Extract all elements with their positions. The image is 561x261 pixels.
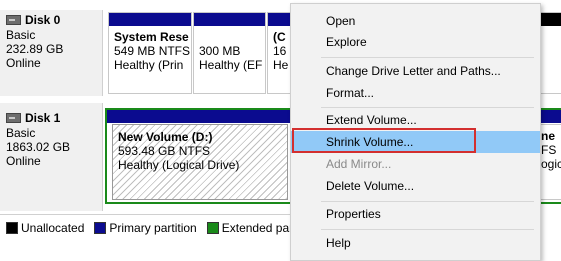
legend-swatch-unallocated <box>6 222 18 234</box>
volume-header-bar <box>541 13 561 26</box>
menu-separator <box>321 229 534 230</box>
disk-1-size: 1863.02 GB <box>6 140 71 154</box>
disk-1-type: Basic <box>6 126 36 140</box>
disk-0-label[interactable]: Disk 0 Basic 232.89 GB Online <box>0 10 103 96</box>
volume-size: 593.48 GB NTFS <box>118 144 211 158</box>
volume-size: 300 MB <box>199 44 241 58</box>
volume-right-logical[interactable]: ne FS ogic <box>540 124 561 200</box>
volume-size: FS <box>541 143 557 157</box>
legend-extended: Extended part <box>206 221 297 235</box>
menu-item-help[interactable]: Help <box>291 232 540 254</box>
shrink-volume-callout <box>292 128 476 153</box>
legend-unallocated: Unallocated <box>6 221 84 235</box>
disk-icon <box>6 113 21 123</box>
legend-swatch-primary <box>94 222 107 234</box>
legend-label: Primary partition <box>109 221 197 235</box>
legend-bar: Unallocated Primary partition Extended p… <box>0 214 298 241</box>
menu-separator <box>321 57 534 58</box>
volume-status: Healthy (Logical Drive) <box>118 158 240 172</box>
volume-system-reserved[interactable]: System Rese 549 MB NTFS Healthy (Prin <box>108 12 192 94</box>
volume-header-bar <box>109 13 191 26</box>
volume-title: System Rese <box>114 30 189 44</box>
disk-1-status: Online <box>6 154 41 168</box>
volume-right-edge[interactable] <box>540 12 561 94</box>
disk-0-status: Online <box>6 56 41 70</box>
volume-status: Healthy (EF <box>199 58 263 72</box>
volume-efi[interactable]: 300 MB Healthy (EF <box>193 12 266 94</box>
menu-item-delete-volume[interactable]: Delete Volume... <box>291 175 540 197</box>
menu-separator <box>321 107 534 108</box>
volume-title: New Volume (D:) <box>118 130 213 144</box>
disk-0-type: Basic <box>6 28 36 42</box>
legend-swatch-extended <box>206 222 219 234</box>
legend-primary: Primary partition <box>94 221 197 235</box>
disk-icon <box>6 15 21 25</box>
disk-1-name: Disk 1 <box>25 111 61 125</box>
menu-separator <box>321 201 534 202</box>
legend-label: Unallocated <box>21 221 85 235</box>
menu-item-format[interactable]: Format... <box>291 82 540 104</box>
volume-size: 549 MB NTFS <box>114 44 191 58</box>
disk-0-name: Disk 0 <box>25 13 61 27</box>
menu-item-change-drive-letter[interactable]: Change Drive Letter and Paths... <box>291 60 540 82</box>
volume-title: ne <box>541 129 556 143</box>
menu-item-properties[interactable]: Properties <box>291 203 540 225</box>
volume-status: Healthy (Prin <box>114 58 184 72</box>
menu-item-open[interactable]: Open <box>291 10 540 32</box>
menu-item-explore[interactable]: Explore <box>291 31 540 53</box>
volume-new-volume-d[interactable]: New Volume (D:) 593.48 GB NTFS Healthy (… <box>112 124 288 200</box>
disk-0-size: 232.89 GB <box>6 42 64 56</box>
volume-status: ogic <box>541 157 561 171</box>
volume-header-bar <box>194 13 265 26</box>
menu-item-add-mirror: Add Mirror... <box>326 157 392 171</box>
legend-label: Extended part <box>221 221 297 235</box>
volume-title <box>199 30 265 44</box>
disk-1-label[interactable]: Disk 1 Basic 1863.02 GB Online <box>0 103 103 211</box>
